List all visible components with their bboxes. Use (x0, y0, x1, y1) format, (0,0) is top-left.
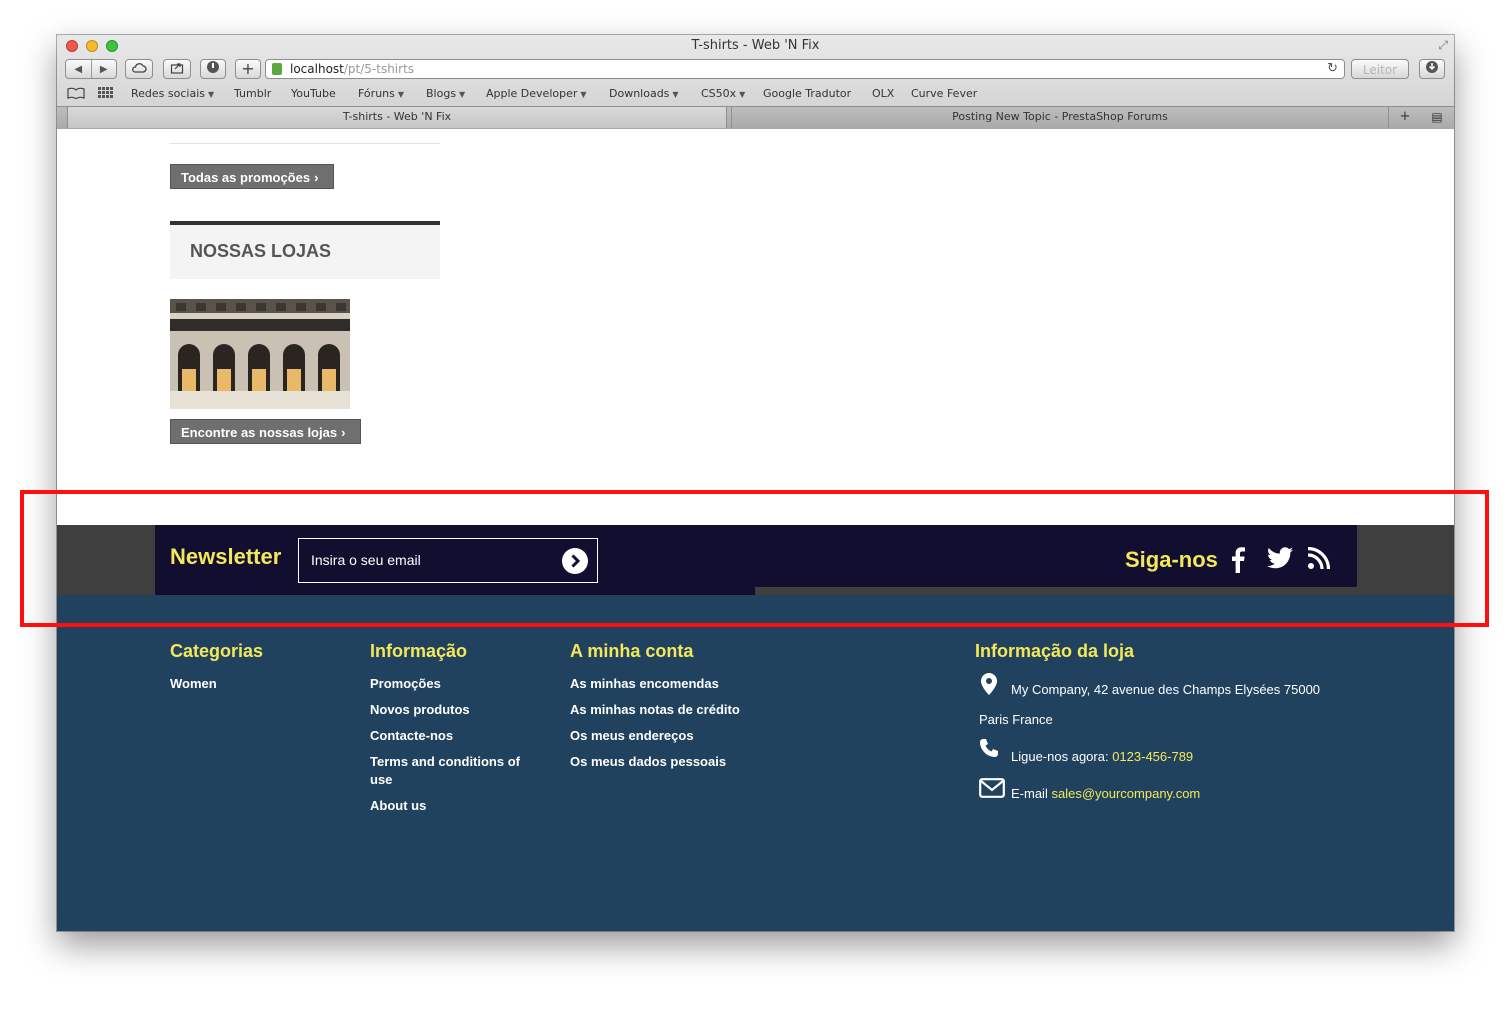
footer-link-about[interactable]: About us (370, 797, 426, 815)
tab-list-icon[interactable]: ▤ (1423, 107, 1451, 128)
footer-link-credit-slips[interactable]: As minhas notas de crédito (570, 701, 740, 719)
my-account-title: A minha conta (570, 641, 694, 661)
back-forward-buttons: ◀ ▶ (65, 59, 117, 79)
footer-link-contact[interactable]: Contacte-nos (370, 727, 453, 745)
forward-icon[interactable]: ▶ (92, 60, 117, 78)
bookmark-cs50x[interactable]: CS50x ▼ (701, 87, 745, 100)
store-email-link[interactable]: sales@yourcompany.com (1051, 786, 1200, 801)
reload-icon[interactable]: ↻ (1327, 60, 1338, 78)
chevron-down-icon: ▼ (672, 90, 679, 99)
chevron-down-icon: ▼ (208, 90, 215, 99)
mail-icon (979, 778, 1005, 801)
stores-block-header: NOSSAS LOJAS (170, 221, 440, 279)
highlight-annotation (20, 490, 1489, 627)
downloads-button[interactable] (1419, 59, 1445, 79)
store-address-line1: My Company, 42 avenue des Champs Elysées… (1011, 682, 1321, 697)
address-bar[interactable]: localhost/pt/5-tshirts ↻ (265, 59, 1345, 79)
back-icon[interactable]: ◀ (66, 60, 92, 78)
chevron-down-icon: ▼ (739, 90, 746, 99)
find-stores-button[interactable]: Encontre as nossas lojas › (170, 419, 361, 444)
footer-link-women[interactable]: Women (170, 675, 217, 693)
bookmark-tumblr[interactable]: Tumblr (234, 87, 271, 100)
fullscreen-icon[interactable]: ⤢ (1438, 38, 1448, 53)
tab-tshirts[interactable]: T-shirts - Web 'N Fix (67, 107, 727, 128)
store-phone-number[interactable]: 0123-456-789 (1112, 749, 1193, 764)
bookmark-curve-fever[interactable]: Curve Fever (911, 87, 977, 100)
tab-prestashop-forums[interactable]: Posting New Topic - PrestaShop Forums (731, 107, 1389, 128)
bookmark-google-tradutor[interactable]: Google Tradutor (763, 87, 851, 100)
footer-link-promotions[interactable]: Promoções (370, 675, 441, 693)
stores-title: NOSSAS LOJAS (190, 241, 332, 261)
chevron-right-icon: › (314, 170, 319, 185)
url-host: localhost (290, 62, 344, 76)
footer-link-new-products[interactable]: Novos produtos (370, 701, 470, 719)
share-button[interactable] (163, 59, 191, 79)
browser-toolbar: ◀ ▶ + localhost/pt/5-tshirts ↻ Leitor (57, 58, 1454, 82)
icloud-tabs-button[interactable] (125, 59, 153, 79)
footer-link-terms[interactable]: Terms and conditions of use (370, 753, 535, 789)
site-footer: Categorias Women Informação Promoções No… (57, 595, 1454, 931)
favicon-icon (272, 63, 282, 75)
bookmark-olx[interactable]: OLX (872, 87, 894, 100)
store-image[interactable] (170, 299, 350, 409)
chevron-right-icon: › (341, 425, 346, 440)
bookmark-foruns[interactable]: Fóruns ▼ (358, 87, 404, 100)
browser-window: T-shirts - Web 'N Fix ⤢ ◀ ▶ + localhost/… (57, 35, 1454, 931)
url-path: /pt/5-tshirts (343, 62, 415, 76)
footer-link-personal-info[interactable]: Os meus dados pessoais (570, 753, 726, 771)
footer-link-addresses[interactable]: Os meus endereços (570, 727, 694, 745)
chevron-down-icon: ▼ (397, 90, 405, 99)
download-icon (1426, 61, 1438, 73)
window-title: T-shirts - Web 'N Fix (691, 38, 820, 53)
store-email: E-mail sales@yourcompany.com (1011, 786, 1201, 801)
store-phone: Ligue-nos agora: 0123-456-789 (1011, 749, 1194, 764)
store-address-line2: Paris France (979, 712, 1053, 727)
cloud-icon (132, 63, 147, 73)
divider (170, 143, 440, 144)
browser-chrome: T-shirts - Web 'N Fix ⤢ ◀ ▶ + localhost/… (57, 35, 1454, 129)
all-promotions-button[interactable]: Todas as promoções › (170, 164, 334, 189)
share-icon (170, 63, 184, 74)
phone-icon (979, 738, 999, 761)
bookmark-downloads[interactable]: Downloads ▼ (609, 87, 679, 100)
chevron-down-icon: ▼ (459, 90, 466, 99)
categories-title: Categorias (170, 641, 264, 661)
store-info-title: Informação da loja (975, 641, 1135, 661)
bookmark-apple-developer[interactable]: Apple Developer ▼ (486, 87, 587, 100)
reading-list-icon[interactable] (67, 87, 85, 102)
bookmarks-bar: Redes sociais ▼ Tumblr YouTube Fóruns ▼ Bl… (57, 84, 1454, 104)
bookmark-youtube[interactable]: YouTube (291, 87, 336, 100)
chevron-down-icon: ▼ (580, 90, 587, 99)
footer-link-orders[interactable]: As minhas encomendas (570, 675, 719, 693)
information-title: Informação (370, 641, 468, 661)
map-pin-icon (981, 673, 997, 698)
extension-icon (207, 61, 219, 73)
top-sites-grid-icon[interactable] (98, 87, 114, 102)
reader-button[interactable]: Leitor (1351, 59, 1409, 79)
bookmark-redes-sociais[interactable]: Redes sociais ▼ (131, 87, 214, 100)
tab-bar: T-shirts - Web 'N Fix Posting New Topic … (57, 106, 1454, 129)
bookmark-blogs[interactable]: Blogs ▼ (426, 87, 465, 100)
new-tab-plus-button[interactable]: + (235, 59, 261, 79)
new-tab-icon[interactable]: + (1391, 107, 1419, 128)
extension-button[interactable] (200, 59, 226, 79)
